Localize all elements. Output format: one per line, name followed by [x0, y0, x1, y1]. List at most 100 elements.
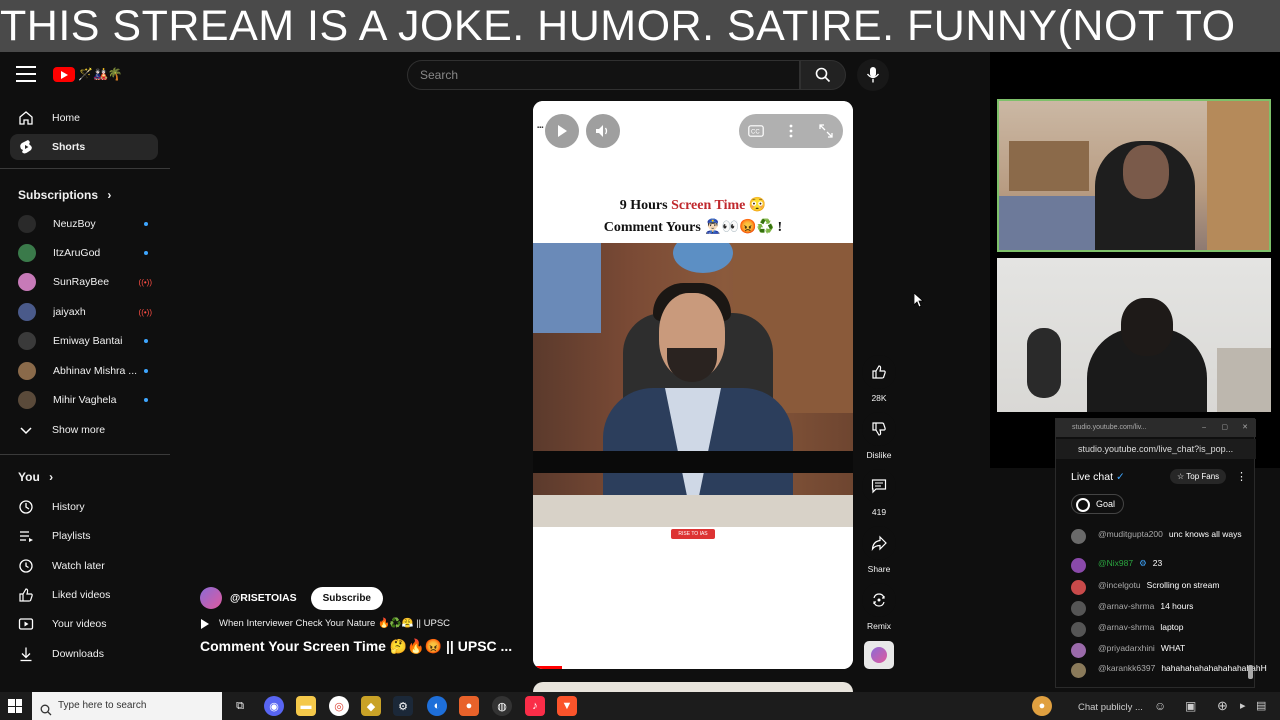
like-action[interactable]: 28K	[862, 355, 896, 403]
video-progress-bar[interactable]	[533, 666, 562, 669]
chat-author[interactable]: @arnav-shrma	[1098, 601, 1154, 611]
next-short-preview[interactable]	[533, 682, 853, 692]
comments-button[interactable]	[862, 469, 896, 503]
you-title: You	[18, 470, 40, 484]
video-tag: RISE TO IAS	[671, 529, 715, 539]
goal-chip[interactable]: Goal	[1071, 494, 1125, 514]
sidebar-item-downloads[interactable]: Downloads	[10, 641, 158, 667]
maximize-icon[interactable]: ▢	[1221, 419, 1228, 437]
sidebar-item-history[interactable]: History	[10, 494, 158, 520]
sidebar-item-label: Shorts	[52, 141, 86, 153]
chat-author[interactable]: @priyadarxhini	[1098, 643, 1155, 653]
windows-start-icon[interactable]	[8, 699, 22, 713]
subscription-item[interactable]: jaiyaxh ((•))	[18, 301, 158, 323]
avatar	[1071, 529, 1086, 544]
live-chat-label: Live chat	[1071, 471, 1114, 483]
notification-icon[interactable]: ▤	[1256, 699, 1266, 712]
you-header[interactable]: You ›	[18, 470, 53, 484]
fullscreen-icon[interactable]	[818, 123, 834, 139]
live-chat-title[interactable]: Live chat ✓	[1071, 471, 1125, 483]
search-input[interactable]: Search	[407, 60, 800, 90]
show-more-button[interactable]: Show more	[10, 417, 158, 443]
file-explorer-icon[interactable]: ▬	[296, 696, 316, 716]
sidebar-item-your-videos[interactable]: Your videos	[10, 611, 158, 637]
comments-action[interactable]: 419	[862, 469, 896, 517]
shorts-player[interactable]: ▪▪▪ CC 9 Hours Screen Time 😳 Comment You…	[533, 101, 853, 669]
taskbar-search-input[interactable]: Type here to search	[32, 692, 222, 720]
volume-button[interactable]	[586, 114, 620, 148]
chat-text: unc knows all ways	[1168, 529, 1242, 539]
audio-source-thumbnail[interactable]	[864, 641, 894, 669]
chat-author[interactable]: @muditgupta200	[1098, 529, 1163, 539]
goal-label: Goal	[1096, 499, 1116, 509]
send-icon[interactable]: ▸	[1240, 699, 1246, 712]
play-button[interactable]	[545, 114, 579, 148]
tray-app-icon[interactable]: ●	[1032, 696, 1052, 716]
chat-author[interactable]: @incelgotu	[1098, 580, 1141, 590]
sidebar-item-liked-videos[interactable]: Liked videos	[10, 582, 158, 608]
captions-icon[interactable]: CC	[748, 123, 764, 139]
avatar	[18, 332, 36, 350]
chrome-icon[interactable]: ◎	[329, 696, 349, 716]
subscription-item[interactable]: SunRayBee ((•))	[18, 271, 158, 293]
chat-input[interactable]: Chat publicly ...	[1078, 702, 1143, 713]
related-video-link[interactable]: When Interviewer Check Your Nature 🔥♻️😤 …	[201, 618, 450, 629]
chat-message: @arnav-shrma laptop	[1071, 622, 1246, 637]
top-fans-button[interactable]: ☆ Top Fans	[1170, 469, 1227, 484]
menu-icon[interactable]	[16, 66, 36, 82]
chat-author[interactable]: @karankk6397	[1098, 663, 1155, 673]
search-button[interactable]	[800, 60, 846, 90]
chat-more-options-icon[interactable]: ⋮	[1236, 470, 1247, 483]
channel-avatar[interactable]	[200, 587, 222, 609]
subscriptions-header[interactable]: Subscriptions ›	[18, 188, 111, 202]
close-icon[interactable]: ✕	[1242, 419, 1248, 437]
emoji-icon[interactable]: ☺	[1154, 699, 1166, 713]
subscription-item[interactable]: Emiway Bantai	[18, 330, 158, 352]
browser-icon[interactable]: ◆	[361, 696, 381, 716]
chevron-right-icon: ›	[107, 188, 112, 202]
dislike-button[interactable]	[862, 412, 896, 446]
brave-icon[interactable]: ▼	[557, 696, 577, 716]
channel-name[interactable]: @RISETOIAS	[230, 592, 297, 604]
live-chat-window: studio.youtube.com/liv... – ▢ ✕ studio.y…	[1055, 418, 1267, 688]
music-app-icon[interactable]: ♪	[525, 696, 545, 716]
share-action[interactable]: Share	[862, 526, 896, 574]
add-icon[interactable]: ⊕	[1217, 698, 1228, 714]
youtube-logo[interactable]: 🪄🎎🌴	[53, 65, 129, 85]
video-title[interactable]: Comment Your Screen Time 🤔🔥😡 || UPSC ...	[200, 638, 512, 655]
chat-window-titlebar[interactable]: studio.youtube.com/liv... – ▢ ✕	[1056, 419, 1256, 437]
remix-button[interactable]	[862, 583, 896, 617]
like-button[interactable]	[862, 355, 896, 389]
share-button[interactable]	[862, 526, 896, 560]
obs-icon[interactable]: ◍	[492, 696, 512, 716]
subscription-item[interactable]: Abhinav Mishra ...	[18, 360, 158, 382]
sidebar-item-home[interactable]: Home	[10, 105, 158, 131]
task-view-icon[interactable]: ⧉	[230, 696, 250, 716]
subscription-item[interactable]: ItzAruGod	[18, 242, 158, 264]
sidebar-item-shorts[interactable]: Shorts	[10, 134, 158, 160]
minimize-icon[interactable]: –	[1202, 419, 1206, 437]
search-icon	[815, 67, 831, 83]
download-icon	[18, 646, 34, 662]
chat-scrollbar[interactable]	[1248, 665, 1253, 679]
dislike-action[interactable]: Dislike	[862, 412, 896, 460]
more-options-icon[interactable]	[783, 123, 799, 139]
mouse-cursor-icon	[913, 292, 925, 313]
taskbar-search-placeholder: Type here to search	[58, 700, 147, 711]
chat-author[interactable]: @arnav-shrma	[1098, 622, 1154, 632]
chat-url-bar[interactable]: studio.youtube.com/live_chat?is_pop...	[1056, 439, 1256, 459]
recording-app-icon[interactable]: ●	[459, 696, 479, 716]
discord-icon[interactable]: ◉	[264, 696, 284, 716]
app-icon[interactable]: ◐	[427, 696, 447, 716]
subscribe-button[interactable]: Subscribe	[310, 586, 383, 610]
sidebar-item-watch-later[interactable]: Watch later	[10, 553, 158, 579]
sidebar-item-playlists[interactable]: Playlists	[10, 523, 158, 549]
super-chat-icon[interactable]: ▣	[1185, 699, 1196, 713]
subscription-item[interactable]: Mihir Vaghela	[18, 389, 158, 411]
avatar	[1071, 663, 1086, 678]
subscription-item[interactable]: NeuzBoy	[18, 213, 158, 235]
chat-author[interactable]: @Nix987	[1098, 558, 1133, 568]
remix-action[interactable]: Remix	[862, 583, 896, 631]
steam-icon[interactable]: ⚙	[393, 696, 413, 716]
voice-search-button[interactable]	[857, 59, 889, 91]
